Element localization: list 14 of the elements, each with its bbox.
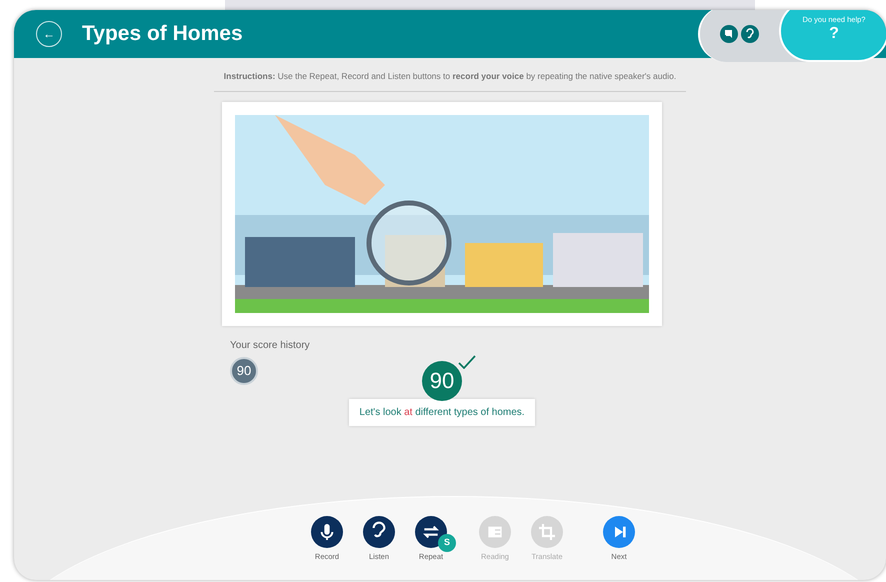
ear-icon — [363, 516, 395, 548]
microphone-icon — [311, 516, 343, 548]
history-score: 90 — [230, 356, 258, 385]
skip-icon — [603, 516, 635, 548]
score-badge: 90 — [422, 360, 462, 401]
crop-icon — [531, 516, 563, 548]
book-icon — [479, 516, 511, 548]
page-title: Types of Homes — [82, 21, 243, 48]
score-history-label: Your score history — [230, 338, 310, 353]
chat-icon[interactable] — [720, 25, 738, 43]
sentence-text: Let's look at different types of homes. — [349, 398, 535, 426]
instructions-text: Instructions: Use the Repeat, Record and Listen buttons to record your voice by repeating the native speaker's audio. — [214, 70, 686, 92]
ear-icon[interactable] — [741, 25, 759, 43]
back-button[interactable]: ← — [36, 21, 62, 47]
